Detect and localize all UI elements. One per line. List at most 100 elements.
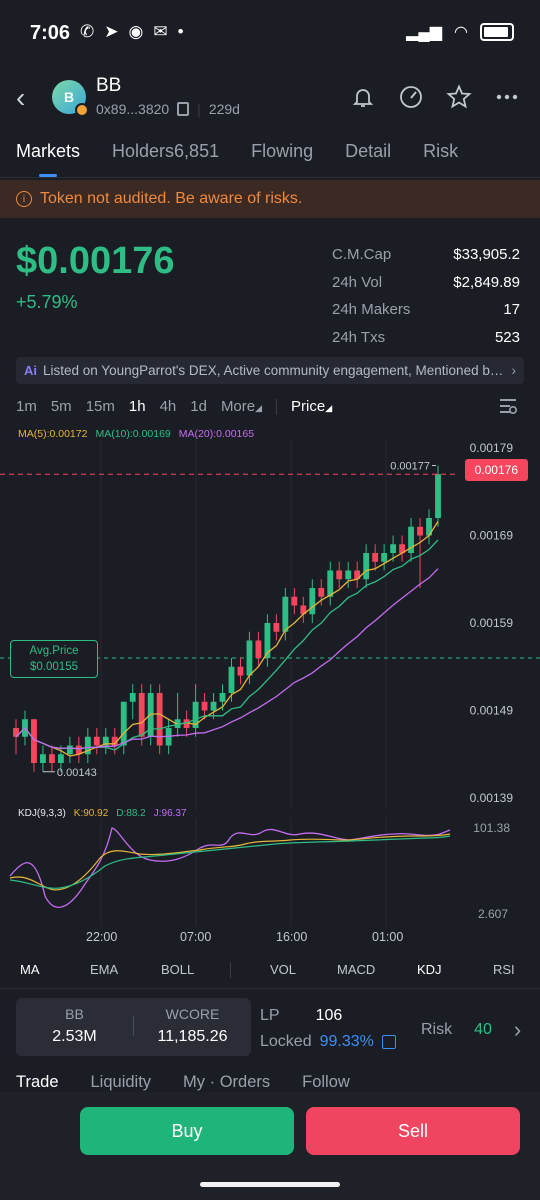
system-icons: ▂▄▆ ◠	[406, 22, 514, 42]
avatar: B	[52, 80, 89, 117]
candle	[40, 754, 46, 763]
interval-1d[interactable]: 1d	[190, 398, 207, 415]
candle	[381, 553, 388, 562]
candle	[57, 754, 64, 763]
candle	[372, 553, 379, 562]
candle	[363, 553, 370, 580]
status-dot: •	[177, 22, 184, 41]
candle	[255, 640, 262, 658]
discord-icon: ◉	[128, 22, 144, 41]
time-tick: 01:00	[372, 930, 404, 944]
candle	[210, 701, 217, 711]
y-tick-label: 0.00169	[470, 529, 514, 543]
interval-5m[interactable]: 5m	[51, 398, 72, 415]
sell-button[interactable]: Sell	[306, 1107, 520, 1155]
bell-icon[interactable]	[350, 84, 376, 110]
price-chart[interactable]: 0.00179 0.00169 0.00159 0.00149 0.00139 0.001…	[0, 440, 540, 810]
tab-risk[interactable]: Risk	[423, 141, 458, 162]
indicator-kdj[interactable]: KDJ	[417, 962, 442, 977]
telegram-icon: ➤	[104, 22, 119, 41]
audit-warning: i Token not audited. Be aware of risks.	[0, 180, 540, 218]
ai-summary-bar[interactable]: Ai Listed on YoungParrot's DEX, Active c…	[16, 357, 524, 384]
indicator-boll[interactable]: BOLL	[161, 962, 194, 977]
more-icon[interactable]	[494, 84, 520, 110]
candle	[390, 544, 397, 553]
avg-price-value: $0.00155	[30, 661, 78, 673]
tab-my-orders[interactable]: My · Orders	[183, 1073, 270, 1092]
risk-value: 40	[474, 1021, 492, 1038]
indicator-ema[interactable]: EMA	[90, 962, 118, 977]
tab-markets[interactable]: Markets	[16, 141, 80, 162]
indicator-rsi[interactable]: RSI	[493, 962, 515, 977]
tab-holders[interactable]: Holders6,851	[112, 141, 219, 162]
pair-quote: WCORE 11,185.26	[157, 1006, 228, 1045]
candle	[309, 588, 316, 615]
star-icon[interactable]	[446, 84, 472, 110]
tab-flowing[interactable]: Flowing	[251, 141, 313, 162]
y-tick-label: 0.00149	[470, 704, 514, 718]
tabs-divider	[0, 177, 540, 178]
status-bar: 7:06 ✆ ➤ ◉ ✉ • ▂▄▆ ◠	[0, 0, 540, 66]
interval-more[interactable]: More◢	[221, 398, 262, 415]
avatar-letter: B	[63, 89, 75, 105]
price-mode-select[interactable]: Price◢	[291, 398, 332, 415]
low-label: 0.00143	[57, 767, 97, 779]
buy-button[interactable]: Buy	[80, 1107, 294, 1155]
high-label: 0.00177	[390, 461, 430, 473]
home-indicator[interactable]	[200, 1182, 340, 1187]
back-button[interactable]: ‹	[16, 82, 25, 114]
time-tick: 07:00	[180, 930, 212, 944]
token-address: 0x89...3820	[96, 101, 170, 117]
interval-1h[interactable]: 1h	[129, 398, 146, 415]
tab-follow[interactable]: Follow	[302, 1073, 350, 1092]
caret-down-icon: ◢	[325, 403, 333, 413]
wifi-icon: ◠	[454, 24, 468, 41]
ma-legend: MA(5):0.00172 MA(10):0.00169 MA(20):0.00…	[18, 428, 254, 440]
interval-15m[interactable]: 15m	[86, 398, 115, 415]
kdj-k-line	[9, 833, 451, 891]
tab-liquidity[interactable]: Liquidity	[91, 1073, 152, 1092]
candle	[246, 640, 253, 676]
indicator-vol[interactable]: VOL	[270, 962, 296, 977]
indicator-ma[interactable]: MA	[20, 962, 40, 977]
chevron-right-icon: ›	[513, 1017, 522, 1042]
candle	[66, 745, 73, 755]
candle	[435, 474, 441, 518]
candle	[129, 693, 136, 702]
chevron-right-icon: ›	[511, 363, 517, 378]
chart-settings-icon[interactable]	[498, 396, 518, 416]
status-time: 7:06	[30, 22, 71, 44]
lp-value: 106	[315, 1007, 343, 1024]
candle	[345, 570, 352, 580]
gauge-icon[interactable]	[398, 84, 424, 110]
interval-1m[interactable]: 1m	[16, 398, 37, 415]
divider	[230, 962, 231, 978]
candle	[48, 754, 55, 763]
ai-summary-text: Listed on YoungParrot's DEX, Active comm…	[43, 363, 506, 378]
candle	[228, 666, 235, 693]
tab-detail[interactable]: Detail	[345, 141, 391, 162]
external-link-icon[interactable]	[381, 1035, 396, 1049]
interval-selector: 1m 5m 15m 1h 4h 1d More◢ Price◢	[16, 398, 332, 415]
pool-pair: BB 2.53M WCORE 11,185.26	[16, 998, 251, 1056]
lp-label: LP	[260, 1007, 280, 1024]
stat-row: 24h Vol $2,849.89	[332, 273, 520, 291]
token-age: 229d	[208, 101, 240, 117]
kdj-chart[interactable]: 101.38 2.607	[0, 818, 540, 926]
warning-text: Token not audited. Be aware of risks.	[40, 190, 303, 207]
risk-score[interactable]: Risk 40 ›	[421, 1017, 521, 1043]
candle	[273, 623, 280, 632]
current-price-tag: 0.00176	[464, 459, 528, 481]
indicator-macd[interactable]: MACD	[337, 962, 375, 977]
risk-label: Risk	[421, 1021, 453, 1038]
main-tabs: Markets Holders6,851 Flowing Detail Risk	[16, 141, 458, 162]
mail-icon: ✉	[153, 22, 168, 41]
interval-4h[interactable]: 4h	[160, 398, 177, 415]
y-tick-label: 0.00179	[470, 441, 514, 455]
info-icon: i	[16, 191, 32, 207]
locked-value[interactable]: 99.33%	[320, 1033, 374, 1051]
candle	[219, 693, 226, 702]
copy-icon[interactable]	[177, 102, 190, 116]
tab-trade[interactable]: Trade	[16, 1073, 59, 1092]
token-name: BB	[96, 75, 122, 96]
